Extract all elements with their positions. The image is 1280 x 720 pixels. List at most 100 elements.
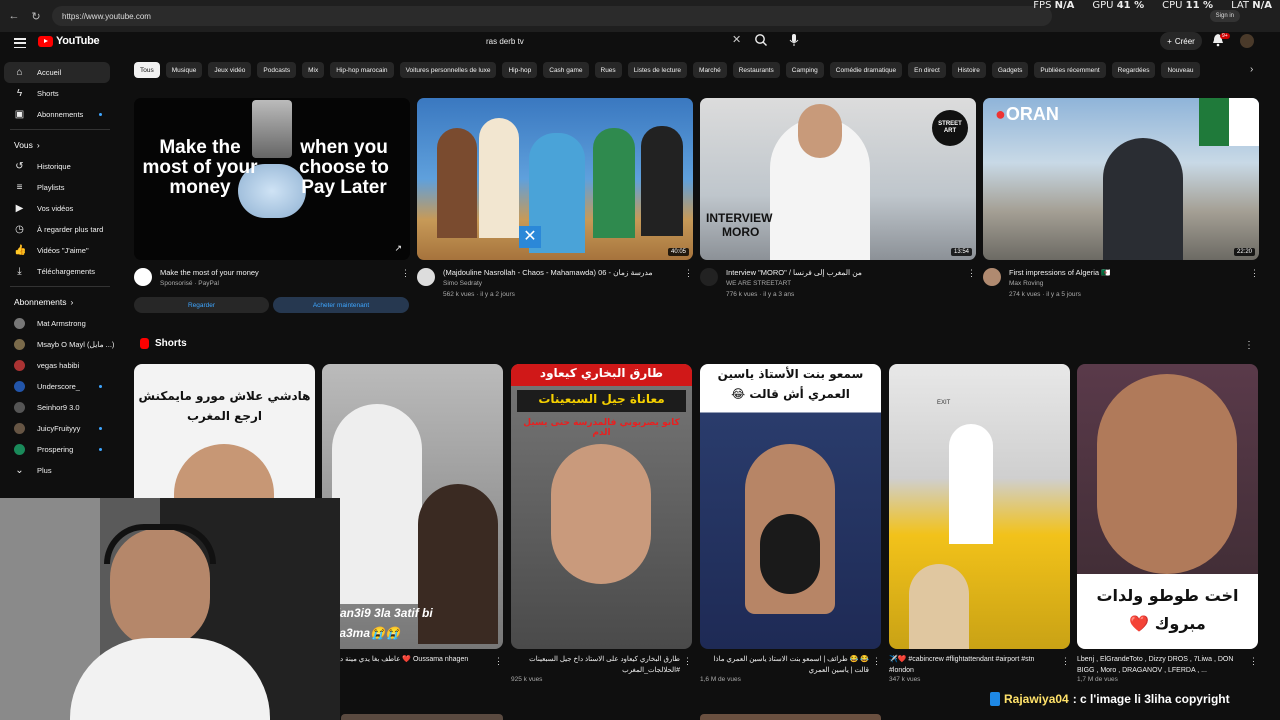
video-card[interactable]: STREET ART INTERVIEW MORO 13:54 Intervie… xyxy=(700,98,976,300)
chip[interactable]: Restaurants xyxy=(732,62,780,78)
short-title[interactable]: طارق البخاري كيعاود على الاستاذ داخ جيل … xyxy=(511,654,692,676)
ad-card[interactable]: Make the most of your money when you cho… xyxy=(134,98,410,313)
short-title[interactable]: Lbenj , ElGrandeToto , Dizzy DROS , 7Liw… xyxy=(1077,654,1258,676)
reload-icon[interactable]: ↻ xyxy=(30,10,42,23)
more-options-icon[interactable]: ⋮ xyxy=(1244,340,1254,351)
more-options-icon[interactable]: ⋮ xyxy=(872,656,881,667)
sidebar-subscriptions-header[interactable]: Abonnements › xyxy=(0,291,120,313)
channel-avatar[interactable] xyxy=(417,268,435,286)
search-button[interactable] xyxy=(754,33,770,49)
short-card[interactable]: سمعو بنت الأستاذ ياسين العمري أش قالت 😂 … xyxy=(700,364,881,683)
sidebar-item-historique[interactable]: ↺ Historique xyxy=(0,156,120,177)
chip[interactable]: Gadgets xyxy=(991,62,1029,78)
chip[interactable]: Camping xyxy=(785,62,824,78)
sidebar-item-shorts[interactable]: ϟ Shorts xyxy=(0,83,120,104)
short-card[interactable]: اخت طوطو ولدات مبروك ❤️ Lbenj , ElGrande… xyxy=(1077,364,1258,683)
chip[interactable]: Mix xyxy=(302,62,325,78)
channel-name[interactable]: Simo Sedraty xyxy=(443,278,677,289)
video-title[interactable]: Interview "MORO" / من المغرب إلى فرنسا xyxy=(726,268,960,278)
short-thumbnail[interactable]: EXIT xyxy=(889,364,1070,649)
chip[interactable]: Jeux vidéo xyxy=(208,62,252,78)
more-options-icon[interactable]: ⋮ xyxy=(683,656,692,667)
video-thumbnail[interactable]: ●ORAN 22:20 xyxy=(983,98,1259,260)
sidebar-item-playlists[interactable]: ≡ Playlists xyxy=(0,177,120,198)
more-options-icon[interactable]: ⋮ xyxy=(1061,656,1070,667)
chip[interactable]: Histoire xyxy=(951,62,986,78)
person-figure xyxy=(909,564,969,649)
chip[interactable]: Nouveau xyxy=(1161,62,1200,78)
more-options-icon[interactable]: ⋮ xyxy=(1249,656,1258,667)
channel-avatar[interactable] xyxy=(134,268,152,286)
video-thumbnail[interactable]: Make the most of your money when you cho… xyxy=(134,98,410,260)
channel-name[interactable]: Max Roving xyxy=(1009,278,1243,289)
video-title[interactable]: Make the most of your money xyxy=(160,268,394,278)
address-bar[interactable]: https://www.youtube.com xyxy=(52,6,1052,26)
channel-avatar[interactable] xyxy=(983,268,1001,286)
short-card[interactable]: Xan3i9 3la 3atif bi na3ma😭😭 عاطف بغا يدي… xyxy=(322,364,503,683)
chip[interactable]: Regardées xyxy=(1111,62,1156,78)
video-title[interactable]: (Majdouline Nasrollah - Chaos - Mahamawd… xyxy=(443,268,677,278)
chip[interactable]: Rues xyxy=(594,62,622,78)
account-avatar[interactable] xyxy=(1240,34,1254,48)
short-thumbnail[interactable]: طارق البخاري كيعاود معاناة جيل السبعينات… xyxy=(511,364,692,649)
short-thumbnail[interactable]: Xan3i9 3la 3atif bi na3ma😭😭 xyxy=(322,364,503,649)
sidebar-item-accueil[interactable]: ⌂ Accueil xyxy=(4,62,110,83)
sidebar-sub-item[interactable]: vegas habibi xyxy=(0,355,120,376)
sidebar-you-header[interactable]: Vous › xyxy=(0,134,120,156)
sidebar-item-liked[interactable]: 👍 Vidéos "J'aime" xyxy=(0,240,120,261)
short-thumbnail[interactable]: سمعو بنت الأستاذ ياسين العمري أش قالت 😂 xyxy=(700,364,881,649)
video-thumbnail[interactable]: ✕ 40:05 xyxy=(417,98,693,260)
watch-button[interactable]: Regarder xyxy=(134,297,269,313)
sidebar-sub-item[interactable]: JuicyFruityyy xyxy=(0,418,120,439)
video-card[interactable]: ●ORAN 22:20 First impressions of Algeria… xyxy=(983,98,1259,300)
chip[interactable]: Listes de lecture xyxy=(627,62,688,78)
browser-signin-button[interactable]: Sign in xyxy=(1209,10,1240,22)
more-options-icon[interactable]: ⋮ xyxy=(1250,268,1259,279)
sidebar-item-vos-videos[interactable]: ▶ Vos vidéos xyxy=(0,198,120,219)
more-options-icon[interactable]: ⋮ xyxy=(967,268,976,279)
video-card[interactable]: ✕ 40:05 (Majdouline Nasrollah - Chaos - … xyxy=(417,98,693,300)
sidebar-item-abonnements[interactable]: ▣ Abonnements xyxy=(0,104,120,125)
channel-avatar[interactable] xyxy=(700,268,718,286)
sidebar-sub-item[interactable]: Prospering xyxy=(0,439,120,460)
chip-tous[interactable]: Tous xyxy=(134,62,160,78)
chip[interactable]: Publiées récemment xyxy=(1034,62,1106,78)
sidebar-item-watch-later[interactable]: ◷ À regarder plus tard xyxy=(0,219,120,240)
chip[interactable]: Musique xyxy=(165,62,203,78)
short-title[interactable]: ✈️❤️ #cabincrew #flightattendant #airpor… xyxy=(889,654,1070,676)
clear-search-icon[interactable]: ✕ xyxy=(732,33,741,46)
short-thumbnail[interactable]: اخت طوطو ولدات مبروك ❤️ xyxy=(1077,364,1258,649)
chip[interactable]: Hip-hop marocain xyxy=(330,62,394,78)
video-title[interactable]: First impressions of Algeria 🇩🇿 xyxy=(1009,268,1243,278)
short-card[interactable]: EXIT ✈️❤️ #cabincrew #flightattendant #a… xyxy=(889,364,1070,683)
sidebar-sub-item[interactable]: Seinhor9 3.0 xyxy=(0,397,120,418)
sidebar-item-downloads[interactable]: ⤓ Téléchargements xyxy=(0,261,120,282)
channel-name[interactable]: WE ARE STREETART xyxy=(726,278,960,289)
video-thumbnail[interactable]: STREET ART INTERVIEW MORO 13:54 xyxy=(700,98,976,260)
sidebar-sub-item[interactable]: Underscore_ xyxy=(0,376,120,397)
chevron-right-icon[interactable]: › xyxy=(1250,64,1253,75)
chip[interactable]: Marché xyxy=(693,62,727,78)
back-icon[interactable]: ← xyxy=(8,10,20,22)
chip[interactable]: Cash game xyxy=(543,62,589,78)
chip[interactable]: Comédie dramatique xyxy=(829,62,903,78)
chip[interactable]: Podcasts xyxy=(257,62,297,78)
chip[interactable]: En direct xyxy=(908,62,946,78)
more-options-icon[interactable]: ⋮ xyxy=(494,656,503,667)
short-title[interactable]: عاطف بغا يدي مينة ديال كو ❤️ Oussama nha… xyxy=(322,654,503,676)
sidebar-sub-item[interactable]: Mat Armstrong xyxy=(0,313,120,334)
chip[interactable]: Hip-hop xyxy=(502,62,538,78)
search-input[interactable]: ras derb tv xyxy=(478,31,774,51)
create-button[interactable]: + Créer xyxy=(1160,32,1202,50)
voice-search-button[interactable] xyxy=(788,33,802,49)
buy-now-button[interactable]: Acheter maintenant xyxy=(273,297,409,313)
sidebar-more[interactable]: ⌄ Plus xyxy=(0,460,120,481)
sidebar-sub-item[interactable]: Msayb O Mayl (مايل ...) xyxy=(0,334,120,355)
more-options-icon[interactable]: ⋮ xyxy=(684,268,693,279)
youtube-logo[interactable]: YouTube xyxy=(38,35,100,47)
more-options-icon[interactable]: ⋮ xyxy=(401,268,410,279)
hamburger-menu-icon[interactable] xyxy=(14,38,26,48)
chip[interactable]: Voitures personnelles de luxe xyxy=(399,62,497,78)
short-card[interactable]: طارق البخاري كيعاود معاناة جيل السبعينات… xyxy=(511,364,692,683)
short-title[interactable]: 😂 😂 طرائف | اسمعو بنت الاستاذ ياسين العم… xyxy=(700,654,881,676)
